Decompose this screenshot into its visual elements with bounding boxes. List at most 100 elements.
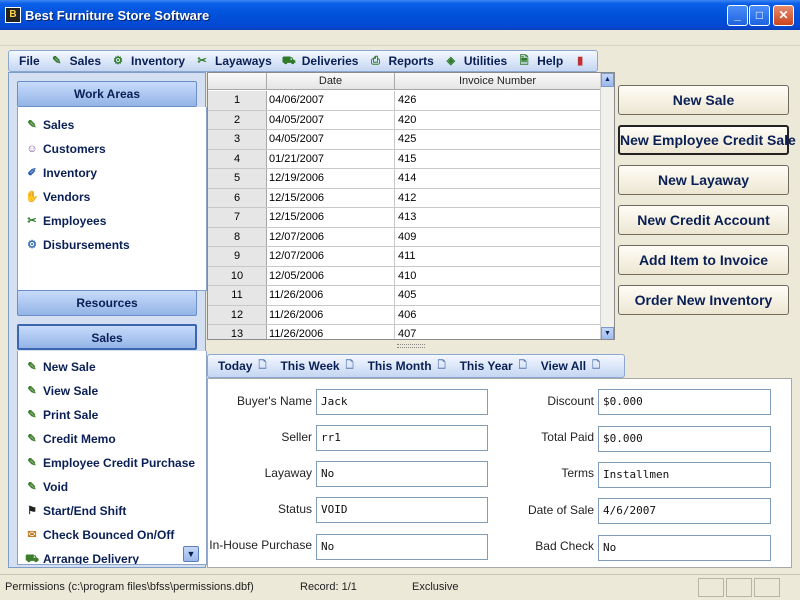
layaway-field[interactable]: No: [316, 461, 488, 487]
menu-file[interactable]: File: [19, 54, 40, 68]
menu-reports[interactable]: ⎙ Reports: [368, 54, 434, 68]
menu-deliveries[interactable]: ⛟ Deliveries: [282, 54, 359, 68]
terms-label: Terms: [561, 466, 594, 480]
task-print-sale[interactable]: ✎ Print Sale: [18, 403, 206, 427]
scroll-up-icon[interactable]: ▲: [601, 73, 614, 87]
task-arrange-delivery[interactable]: ⛟ Arrange Delivery: [18, 547, 206, 565]
total-paid-label: Total Paid: [541, 430, 594, 444]
total-paid-field[interactable]: $0.000: [598, 426, 771, 452]
inventory-icon: ✐: [27, 167, 37, 179]
new-sale-button[interactable]: New Sale: [618, 85, 789, 115]
table-row[interactable]: 7 12/15/2006 413: [208, 208, 600, 228]
void-icon: ✎: [27, 481, 37, 493]
resources-header[interactable]: Resources: [17, 290, 197, 316]
date-column-header[interactable]: Date: [267, 73, 395, 90]
employee-credit-icon: ✎: [27, 457, 37, 469]
work-area-sales[interactable]: ✎ Sales: [18, 113, 206, 137]
task-new-sale[interactable]: ✎ New Sale: [18, 355, 206, 379]
filter-view-all[interactable]: View All 🗋: [541, 359, 604, 373]
bad-check-field[interactable]: No: [598, 535, 771, 561]
table-row[interactable]: 10 12/05/2006 410: [208, 266, 600, 286]
task-view-sale[interactable]: ✎ View Sale: [18, 379, 206, 403]
date-of-sale-label: Date of Sale: [527, 503, 594, 517]
table-row[interactable]: 11 11/26/2006 405: [208, 286, 600, 306]
date-of-sale-field[interactable]: 4/6/2007: [598, 498, 771, 524]
document-icon: 🗎: [519, 55, 529, 67]
date-cell: 12/15/2006: [267, 208, 395, 227]
printer-icon: ⎙: [371, 55, 380, 67]
task-employee-credit-purchase[interactable]: ✎ Employee Credit Purchase: [18, 451, 206, 475]
menu-sales[interactable]: ✎ Sales: [50, 54, 101, 68]
table-row[interactable]: 9 12/07/2006 411: [208, 247, 600, 267]
table-row[interactable]: 4 01/21/2007 415: [208, 149, 600, 169]
delivery-icon: ⛟: [25, 553, 39, 565]
seller-field[interactable]: rr1: [316, 425, 488, 451]
work-areas-header[interactable]: Work Areas: [17, 81, 197, 107]
scroll-down-icon[interactable]: ▼: [601, 327, 614, 339]
customers-icon: ☺: [26, 143, 38, 155]
add-item-to-invoice-button[interactable]: Add Item to Invoice: [618, 245, 789, 275]
table-row[interactable]: 5 12/19/2006 414: [208, 169, 600, 189]
row-number-cell: 8: [208, 227, 267, 246]
new-sale-icon: ✎: [27, 361, 37, 373]
table-row[interactable]: 2 04/05/2007 420: [208, 110, 600, 130]
menu-utilities[interactable]: ◈ Utilities: [444, 54, 508, 68]
task-void[interactable]: ✎ Void: [18, 475, 206, 499]
horizontal-splitter[interactable]: [207, 340, 615, 352]
in-house-purchase-field[interactable]: No: [316, 534, 488, 560]
filter-this-year[interactable]: This Year 🗋: [460, 359, 531, 373]
discount-field[interactable]: $0.000: [598, 389, 771, 415]
work-area-vendors[interactable]: ✋ Vendors: [18, 185, 206, 209]
grid-body: 1 04/06/2007 426 2 04/05/2007 420 3 04/05/2007 4…: [208, 91, 600, 339]
menu-layaways[interactable]: ✂ Layaways: [195, 54, 271, 68]
chart-menu-button[interactable]: ▮: [573, 54, 593, 68]
maximize-button[interactable]: □: [749, 5, 770, 26]
sales-icon: ✎: [27, 119, 37, 131]
row-number-header: [208, 73, 267, 90]
work-area-inventory[interactable]: ✐ Inventory: [18, 161, 206, 185]
invoice-number-cell: 425: [398, 133, 417, 145]
grid-header: Date Invoice Number: [208, 73, 600, 90]
task-start-end-shift[interactable]: ⚑ Start/End Shift: [18, 499, 206, 523]
invoice-number-cell: 409: [398, 230, 417, 243]
close-button[interactable]: ✕: [773, 5, 794, 26]
invoice-grid: Date Invoice Number 1 04/06/2007 426 2 04/05…: [207, 72, 615, 340]
date-cell: 04/05/2007: [267, 110, 395, 129]
filter-today[interactable]: Today 🗋: [218, 359, 270, 373]
minimize-button[interactable]: _: [727, 5, 748, 26]
new-layaway-button[interactable]: New Layaway: [618, 165, 789, 195]
invoice-number-column-header[interactable]: Invoice Number: [395, 73, 600, 90]
layaway-label: Layaway: [264, 466, 312, 480]
table-row[interactable]: 1 04/06/2007 426: [208, 91, 600, 111]
task-check-bounced[interactable]: ✉ Check Bounced On/Off: [18, 523, 206, 547]
work-areas-list: ✎ Sales ☺ Customers ✐ Inventory ✋ Vendors ✂ E…: [17, 107, 207, 291]
table-row[interactable]: 8 12/07/2006 409: [208, 227, 600, 247]
status-field[interactable]: VOID: [316, 497, 488, 523]
row-number-cell: 3: [208, 130, 267, 149]
buyers-name-field[interactable]: Jack: [316, 389, 488, 415]
new-employee-credit-sale-button[interactable]: New Employee Credit Sale: [618, 125, 796, 155]
sales-panel-header[interactable]: Sales: [17, 324, 197, 350]
employees-icon: ✂: [27, 215, 37, 227]
menu-help[interactable]: 🗎 Help: [517, 54, 563, 68]
table-row[interactable]: 13 11/26/2006 407: [208, 325, 600, 339]
task-credit-memo[interactable]: ✎ Credit Memo: [18, 427, 206, 451]
new-credit-account-button[interactable]: New Credit Account: [618, 205, 789, 235]
menu-inventory[interactable]: ⚙ Inventory: [111, 54, 185, 68]
status-label: Status: [277, 502, 312, 516]
filter-this-week[interactable]: This Week 🗋: [280, 359, 357, 373]
date-cell: 11/26/2006: [267, 325, 395, 339]
table-row[interactable]: 12 11/26/2006 406: [208, 305, 600, 325]
filter-this-month[interactable]: This Month 🗋: [368, 359, 450, 373]
work-area-employees[interactable]: ✂ Employees: [18, 209, 206, 233]
invoice-number-cell: 410: [398, 269, 417, 282]
chevron-down-icon[interactable]: ▼: [183, 546, 199, 562]
table-row[interactable]: 3 04/05/2007 425: [208, 130, 600, 150]
grid-scrollbar[interactable]: ▲ ▼: [600, 73, 614, 339]
terms-field[interactable]: Installmen: [598, 462, 771, 488]
order-new-inventory-button[interactable]: Order New Inventory: [618, 285, 789, 315]
work-area-disbursements[interactable]: ⚙ Disbursements: [18, 233, 206, 257]
sales-task-list: ✎ New Sale ✎ View Sale ✎ Print Sale ✎ Credit…: [17, 351, 207, 565]
table-row[interactable]: 6 12/15/2006 412: [208, 188, 600, 208]
work-area-customers[interactable]: ☺ Customers: [18, 137, 206, 161]
